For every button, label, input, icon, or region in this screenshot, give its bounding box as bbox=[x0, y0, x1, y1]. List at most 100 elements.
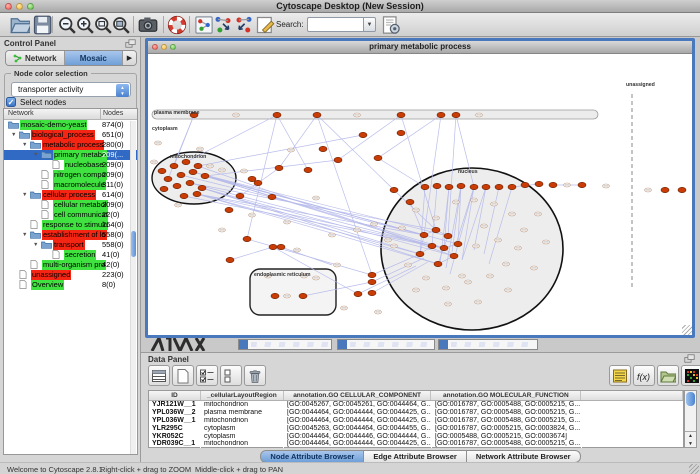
tree-row-response-to-stimulu[interactable]: response to stimulu264(0) bbox=[4, 220, 137, 230]
zoom-out-icon[interactable] bbox=[57, 15, 77, 35]
apply-layout-a-icon[interactable] bbox=[213, 15, 233, 35]
network-node-selected[interactable] bbox=[421, 184, 429, 189]
network-node-selected[interactable] bbox=[198, 185, 206, 190]
background-network-window[interactable] bbox=[238, 339, 332, 350]
network-node-selected[interactable] bbox=[508, 184, 516, 189]
tree-row-macromolecule[interactable]: macromolecule311(0) bbox=[4, 180, 137, 190]
select-attributes-icon[interactable] bbox=[196, 365, 218, 386]
tree-row-secretion[interactable]: secretion41(0) bbox=[4, 250, 137, 260]
attribute-table-header[interactable]: ID_cellularLayoutRegionannotation.GO CEL… bbox=[149, 391, 683, 401]
table-cell[interactable]: [GO:0005488, GO:0005215, GO:0003674] bbox=[432, 433, 582, 441]
formula-icon[interactable]: f(x) bbox=[633, 365, 655, 386]
table-cell[interactable]: [GO:0045267, GO:0045261, GO:0044464, G..… bbox=[284, 401, 432, 409]
network-node-selected[interactable] bbox=[661, 187, 669, 192]
tree-row-transport[interactable]: ▼transport558(0) bbox=[4, 240, 137, 250]
network-node-selected[interactable] bbox=[450, 253, 458, 258]
table-cell[interactable]: [GO:0016787, GO:0005215, GO:0003824, G..… bbox=[432, 425, 582, 433]
column-header-annotation.GO MOLECULAR_FUNCTION[interactable]: annotation.GO MOLECULAR_FUNCTION bbox=[431, 391, 581, 400]
float-panel-icon[interactable] bbox=[125, 39, 136, 49]
close-window-button[interactable] bbox=[5, 3, 12, 10]
float-panel-icon[interactable] bbox=[684, 354, 695, 364]
search-dropdown-button[interactable]: ▼ bbox=[363, 17, 376, 32]
network-snapshot-icon[interactable] bbox=[194, 15, 214, 35]
network-node-selected[interactable] bbox=[177, 172, 185, 177]
table-cell[interactable]: YDR039C__1 bbox=[149, 440, 201, 448]
network-node-selected[interactable] bbox=[164, 176, 172, 181]
network-node-selected[interactable] bbox=[390, 187, 398, 192]
table-row-YJR121W__1[interactable]: YJR121W__1mitochondrion[GO:0045267, GO:0… bbox=[149, 401, 683, 409]
network-node-selected[interactable] bbox=[193, 191, 201, 196]
network-node-selected[interactable] bbox=[180, 193, 188, 198]
network-node-selected[interactable] bbox=[495, 184, 503, 189]
unselect-attributes-icon[interactable] bbox=[220, 365, 242, 386]
network-node-selected[interactable] bbox=[319, 146, 327, 151]
matrix-view-icon[interactable] bbox=[681, 365, 700, 386]
table-cell[interactable]: YLR295C bbox=[149, 425, 201, 433]
table-cell[interactable]: [GO:0045263, GO:0044464, GO:0044455, G..… bbox=[284, 425, 432, 433]
select-nodes-checkbox[interactable]: ✓ bbox=[6, 97, 16, 107]
expand-arrow-icon[interactable]: ▼ bbox=[33, 152, 38, 158]
annotations-icon[interactable] bbox=[255, 15, 275, 35]
table-row-YKR052C[interactable]: YKR052Ccytoplasm[GO:0044464, GO:0044446,… bbox=[149, 433, 683, 441]
network-node-selected[interactable] bbox=[374, 155, 382, 160]
table-cell[interactable]: YPL036W__1 bbox=[149, 417, 201, 425]
table-scrollbar[interactable]: ▲▼ bbox=[684, 390, 697, 448]
save-session-icon[interactable] bbox=[32, 15, 52, 35]
open-file-icon[interactable] bbox=[10, 15, 30, 35]
tree-row-cell-communicat[interactable]: cell communicat22(0) bbox=[4, 210, 137, 220]
network-node-selected[interactable] bbox=[549, 182, 557, 187]
network-node-selected[interactable] bbox=[236, 193, 244, 198]
network-node-selected[interactable] bbox=[189, 169, 197, 174]
column-header-annotation.GO CELLULAR_COMPONENT[interactable]: annotation.GO CELLULAR_COMPONENT bbox=[284, 391, 432, 400]
table-cell[interactable]: plasma membrane bbox=[201, 409, 284, 417]
tree-row-cellular-metabol[interactable]: cellular metabol209(0) bbox=[4, 200, 137, 210]
table-cell[interactable]: cytoplasm bbox=[201, 425, 284, 433]
network-node-selected[interactable] bbox=[186, 180, 194, 185]
minimize-window-button[interactable] bbox=[16, 3, 23, 10]
network-node-selected[interactable] bbox=[226, 257, 234, 262]
tree-row-metabolic-process[interactable]: ▼metabolic process280(0) bbox=[4, 140, 137, 150]
network-node-selected[interactable] bbox=[368, 290, 376, 295]
table-cell[interactable]: [GO:0044464, GO:0044444, GO:0044425, G..… bbox=[284, 409, 432, 417]
table-cell[interactable]: [GO:0016787, GO:0005488, GO:0005215, G..… bbox=[432, 417, 582, 425]
table-cell[interactable]: YKR052C bbox=[149, 433, 201, 441]
network-node-selected[interactable] bbox=[437, 112, 445, 117]
table-cell[interactable]: YPL036W__2 bbox=[149, 409, 201, 417]
network-node-selected[interactable] bbox=[433, 183, 441, 188]
search-options-icon[interactable] bbox=[381, 15, 401, 35]
network-node-selected[interactable] bbox=[170, 163, 178, 168]
minimize-view-button[interactable] bbox=[161, 44, 167, 50]
network-canvas[interactable]: plasma membranecytoplasmmitochondrionnuc… bbox=[148, 54, 692, 335]
network-node-selected[interactable] bbox=[225, 207, 233, 212]
tree-row-nucleobase-[interactable]: nucleobase-209(0) bbox=[4, 160, 137, 170]
network-node-selected[interactable] bbox=[406, 199, 414, 204]
network-node-selected[interactable] bbox=[470, 184, 478, 189]
network-node-selected[interactable] bbox=[452, 112, 460, 117]
network-node-selected[interactable] bbox=[482, 184, 490, 189]
network-node-selected[interactable] bbox=[521, 182, 529, 187]
table-cell[interactable]: [GO:0044464, GO:0044444, GO:0044425, G..… bbox=[284, 440, 432, 448]
more-tabs-button[interactable]: ▶ bbox=[123, 51, 136, 65]
expand-arrow-icon[interactable]: ▼ bbox=[11, 132, 16, 138]
column-header-ID[interactable]: ID bbox=[149, 391, 201, 400]
table-cell[interactable]: [GO:0016787, GO:0005488, GO:0005215, G..… bbox=[432, 409, 582, 417]
table-cell[interactable]: [GO:0016787, GO:0005488, GO:0005215, G..… bbox=[432, 401, 582, 409]
network-node-selected[interactable] bbox=[273, 112, 281, 117]
network-node-selected[interactable] bbox=[434, 261, 442, 266]
table-row-YLR295C[interactable]: YLR295Ccytoplasm[GO:0045263, GO:0044464,… bbox=[149, 425, 683, 433]
import-attributes-icon[interactable] bbox=[657, 365, 679, 386]
tree-scrollbar[interactable] bbox=[130, 121, 136, 455]
zoom-fit-icon[interactable] bbox=[93, 15, 113, 35]
table-row-YDR039C__1[interactable]: YDR039C__1mitochondrion[GO:0044464, GO:0… bbox=[149, 440, 683, 448]
tree-row-unassigned[interactable]: unassigned223(0) bbox=[4, 270, 137, 280]
zoom-view-button[interactable] bbox=[170, 44, 176, 50]
network-node-selected[interactable] bbox=[277, 244, 285, 249]
expand-arrow-icon[interactable]: ▼ bbox=[22, 192, 27, 198]
zoom-window-button[interactable] bbox=[27, 3, 34, 10]
tree-row-primary-metabo[interactable]: ▼primary metabo209(... bbox=[4, 150, 137, 160]
close-view-button[interactable] bbox=[152, 44, 158, 50]
network-node-selected[interactable] bbox=[243, 236, 251, 241]
table-row-YPL036W__1[interactable]: YPL036W__1mitochondrion[GO:0044464, GO:0… bbox=[149, 417, 683, 425]
network-node-selected[interactable] bbox=[420, 232, 428, 237]
tree-row-establishment-of-lo[interactable]: ▼establishment of lo558(0) bbox=[4, 230, 137, 240]
